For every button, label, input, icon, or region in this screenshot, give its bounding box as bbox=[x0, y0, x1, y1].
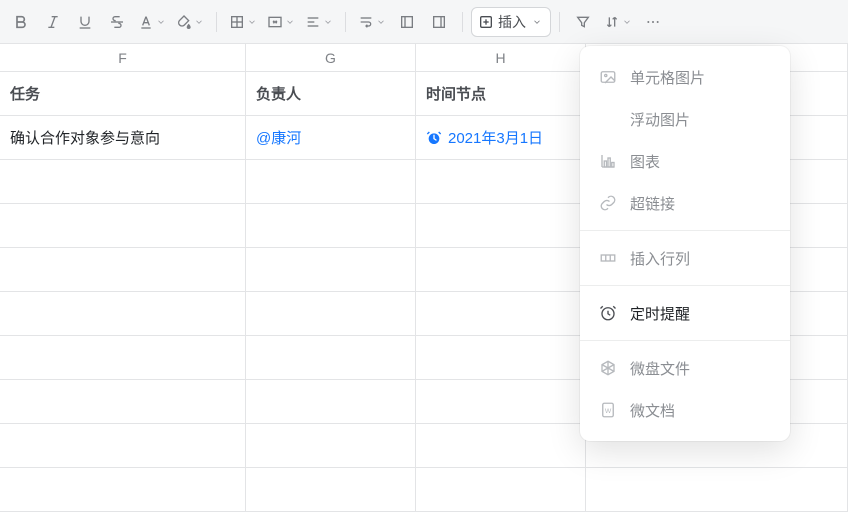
menu-weidoc[interactable]: W 微文档 bbox=[580, 389, 790, 431]
alignment-button[interactable] bbox=[301, 7, 337, 37]
cell-empty[interactable] bbox=[0, 336, 246, 379]
bold-button[interactable] bbox=[6, 7, 36, 37]
cell-empty[interactable] bbox=[416, 336, 586, 379]
merge-cells-button[interactable] bbox=[263, 7, 299, 37]
menu-label: 微盘文件 bbox=[630, 358, 690, 379]
cell-empty[interactable] bbox=[0, 380, 246, 423]
image-icon bbox=[598, 68, 618, 86]
freeze-left-button[interactable] bbox=[392, 7, 422, 37]
cell-empty[interactable] bbox=[416, 468, 586, 511]
link-icon bbox=[598, 194, 618, 212]
more-button[interactable] bbox=[638, 7, 668, 37]
chart-icon bbox=[598, 152, 618, 170]
borders-button[interactable] bbox=[225, 7, 261, 37]
menu-separator bbox=[580, 285, 790, 286]
cell-empty[interactable] bbox=[416, 292, 586, 335]
cell-empty[interactable] bbox=[416, 424, 586, 467]
column-header-H[interactable]: H bbox=[416, 44, 586, 71]
freeze-right-button[interactable] bbox=[424, 7, 454, 37]
cell-empty[interactable] bbox=[0, 424, 246, 467]
insert-button[interactable]: 插入 bbox=[471, 7, 551, 37]
toolbar-separator bbox=[559, 12, 560, 32]
svg-text:W: W bbox=[605, 408, 612, 415]
rows-cols-icon bbox=[598, 249, 618, 267]
chevron-down-icon bbox=[245, 17, 259, 27]
chevron-down-icon bbox=[192, 17, 206, 27]
italic-button[interactable] bbox=[38, 7, 68, 37]
chevron-down-icon bbox=[321, 17, 335, 27]
chevron-down-icon bbox=[620, 17, 634, 27]
filter-button[interactable] bbox=[568, 7, 598, 37]
menu-label: 微文档 bbox=[630, 400, 675, 421]
text-wrap-button[interactable] bbox=[354, 7, 390, 37]
cell-date[interactable]: 2021年3月1日 bbox=[416, 116, 586, 159]
weipan-file-icon bbox=[598, 359, 618, 377]
sort-button[interactable] bbox=[600, 7, 636, 37]
toolbar-separator bbox=[462, 12, 463, 32]
cell-empty[interactable] bbox=[0, 248, 246, 291]
header-cell-task[interactable]: 任务 bbox=[0, 72, 246, 115]
cell-empty[interactable] bbox=[416, 160, 586, 203]
menu-insert-rows-cols[interactable]: 插入行列 bbox=[580, 237, 790, 279]
plus-square-icon bbox=[478, 14, 494, 30]
cell-empty[interactable] bbox=[246, 380, 416, 423]
cell-empty[interactable] bbox=[0, 292, 246, 335]
date-text: 2021年3月1日 bbox=[448, 127, 543, 148]
header-cell-time[interactable]: 时间节点 bbox=[416, 72, 586, 115]
menu-cell-image[interactable]: 单元格图片 bbox=[580, 56, 790, 98]
cell-empty[interactable] bbox=[586, 468, 848, 511]
menu-label: 定时提醒 bbox=[630, 303, 690, 324]
menu-label: 浮动图片 bbox=[630, 109, 690, 130]
menu-label: 超链接 bbox=[630, 193, 675, 214]
cell-owner[interactable]: @康河 bbox=[246, 116, 416, 159]
menu-hyperlink[interactable]: 超链接 bbox=[580, 182, 790, 224]
weidoc-icon: W bbox=[598, 401, 618, 419]
toolbar-separator bbox=[216, 12, 217, 32]
column-header-G[interactable]: G bbox=[246, 44, 416, 71]
fill-color-button[interactable] bbox=[172, 7, 208, 37]
toolbar: 插入 bbox=[0, 0, 848, 44]
toolbar-separator bbox=[345, 12, 346, 32]
table-row bbox=[0, 468, 848, 512]
cell-empty[interactable] bbox=[416, 204, 586, 247]
cell-empty[interactable] bbox=[0, 160, 246, 203]
menu-label: 插入行列 bbox=[630, 248, 690, 269]
cell-empty[interactable] bbox=[246, 248, 416, 291]
date-chip[interactable]: 2021年3月1日 bbox=[426, 127, 543, 148]
cell-empty[interactable] bbox=[0, 204, 246, 247]
cell-empty[interactable] bbox=[246, 204, 416, 247]
underline-button[interactable] bbox=[70, 7, 100, 37]
insert-dropdown-menu: 单元格图片 浮动图片 图表 超链接 插入行列 定时提醒 微盘文件 W 微文档 bbox=[580, 46, 790, 441]
menu-separator bbox=[580, 230, 790, 231]
cell-empty[interactable] bbox=[246, 292, 416, 335]
cell-empty[interactable] bbox=[416, 248, 586, 291]
header-cell-owner[interactable]: 负责人 bbox=[246, 72, 416, 115]
menu-label: 单元格图片 bbox=[630, 67, 705, 88]
alarm-icon bbox=[598, 304, 618, 322]
cell-empty[interactable] bbox=[246, 160, 416, 203]
menu-weipan-file[interactable]: 微盘文件 bbox=[580, 347, 790, 389]
cell-empty[interactable] bbox=[246, 336, 416, 379]
strikethrough-button[interactable] bbox=[102, 7, 132, 37]
cell-empty[interactable] bbox=[246, 468, 416, 511]
insert-label: 插入 bbox=[498, 12, 526, 32]
menu-float-image[interactable]: 浮动图片 bbox=[580, 98, 790, 140]
cell-empty[interactable] bbox=[246, 424, 416, 467]
cell-empty[interactable] bbox=[416, 380, 586, 423]
mention-link[interactable]: @康河 bbox=[256, 127, 301, 148]
menu-separator bbox=[580, 340, 790, 341]
menu-timed-reminder[interactable]: 定时提醒 bbox=[580, 292, 790, 334]
chevron-down-icon bbox=[374, 17, 388, 27]
alarm-icon bbox=[426, 130, 442, 146]
cell-task[interactable]: 确认合作对象参与意向 bbox=[0, 116, 246, 159]
column-header-F[interactable]: F bbox=[0, 44, 246, 71]
chevron-down-icon bbox=[283, 17, 297, 27]
cell-empty[interactable] bbox=[0, 468, 246, 511]
chevron-down-icon bbox=[154, 17, 168, 27]
menu-label: 图表 bbox=[630, 151, 660, 172]
menu-chart[interactable]: 图表 bbox=[580, 140, 790, 182]
text-color-button[interactable] bbox=[134, 7, 170, 37]
chevron-down-icon bbox=[530, 17, 544, 27]
